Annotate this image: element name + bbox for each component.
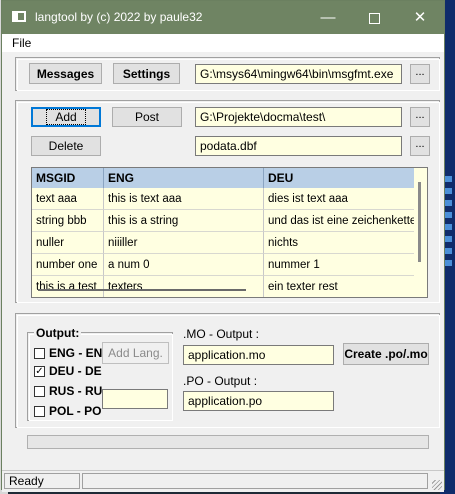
msgfmt-path-input[interactable]: G:\msys64\mingw64\bin\msgfmt.exe <box>195 64 402 84</box>
progress-bar <box>27 435 429 449</box>
db-file-input[interactable]: podata.dbf <box>195 136 402 156</box>
vertical-scrollbar[interactable] <box>418 182 421 262</box>
maximize-button[interactable] <box>351 1 397 34</box>
cell-msgid[interactable]: string bbb <box>32 210 104 232</box>
window-title: langtool by (c) 2022 by paule32 <box>35 10 203 24</box>
lang-rus-label[interactable]: RUS - RU <box>49 384 102 398</box>
msgfmt-browse-button[interactable]: ... <box>410 64 430 84</box>
messages-button[interactable]: Messages <box>29 63 102 84</box>
messages-table[interactable]: MSGID ENG DEU text aaa this is text aaa … <box>31 167 428 298</box>
lang-eng-label[interactable]: ENG - EN <box>49 346 102 360</box>
lang-eng-checkbox[interactable] <box>34 348 45 359</box>
table-row[interactable]: this is a test texters ein texter rest <box>32 276 414 297</box>
maximize-icon <box>368 12 380 24</box>
new-lang-input[interactable] <box>102 389 168 409</box>
cell-eng[interactable]: this is a string <box>104 210 264 232</box>
cell-msgid[interactable]: nuller <box>32 232 104 254</box>
create-po-mo-button[interactable]: Create .po/.mo <box>343 343 429 365</box>
lang-deu-label[interactable]: DEU - DE <box>49 364 102 378</box>
table-header: MSGID ENG DEU <box>32 168 414 188</box>
column-header-msgid[interactable]: MSGID <box>32 168 104 188</box>
cell-msgid[interactable]: number one <box>32 254 104 276</box>
lang-pol-checkbox[interactable] <box>34 406 45 417</box>
cell-eng[interactable]: a num 0 <box>104 254 264 276</box>
menu-file[interactable]: File <box>12 36 31 50</box>
column-header-eng[interactable]: ENG <box>104 168 264 188</box>
title-bar[interactable]: langtool by (c) 2022 by paule32 — ✕ <box>2 1 444 34</box>
cell-deu[interactable]: ein texter rest <box>264 276 414 297</box>
table-row[interactable]: number one a num 0 nummer 1 <box>32 254 414 276</box>
minimize-button[interactable]: — <box>305 1 351 34</box>
cell-msgid[interactable]: text aaa <box>32 188 104 210</box>
column-header-deu[interactable]: DEU <box>264 168 414 188</box>
table-row[interactable]: nuller niiiller nichts <box>32 232 414 254</box>
add-button-label: Add <box>46 109 86 125</box>
po-output-input[interactable]: application.po <box>183 391 334 411</box>
cell-deu[interactable]: dies ist text aaa <box>264 188 414 210</box>
output-group-label: Output: <box>34 326 82 340</box>
cell-eng[interactable]: this is text aaa <box>104 188 264 210</box>
cell-eng[interactable]: texters <box>104 276 264 297</box>
cell-msgid[interactable]: this is a test <box>32 276 104 297</box>
cell-deu[interactable]: nichts <box>264 232 414 254</box>
cell-deu[interactable]: und das ist eine zeichenkette <box>264 210 414 232</box>
app-icon <box>12 11 26 22</box>
table-row[interactable]: string bbb this is a string und das ist … <box>32 210 414 232</box>
po-output-label: .PO - Output : <box>183 374 258 388</box>
add-button[interactable]: Add <box>31 107 101 127</box>
horizontal-scrollbar[interactable] <box>38 289 246 291</box>
project-browse-button[interactable]: ... <box>410 107 430 127</box>
delete-button[interactable]: Delete <box>31 136 101 156</box>
lang-pol-label[interactable]: POL - PO <box>49 404 101 418</box>
close-button[interactable]: ✕ <box>397 1 443 34</box>
lang-rus-checkbox[interactable] <box>34 386 45 397</box>
cell-eng[interactable]: niiiller <box>104 232 264 254</box>
cell-deu[interactable]: nummer 1 <box>264 254 414 276</box>
mo-output-label: .MO - Output : <box>183 327 260 341</box>
status-text: Ready <box>4 473 80 489</box>
main-window: langtool by (c) 2022 by paule32 — ✕ File… <box>1 0 445 492</box>
menu-bar: File <box>2 34 444 52</box>
db-browse-button[interactable]: ... <box>410 136 430 156</box>
post-button[interactable]: Post <box>112 107 182 127</box>
lang-deu-checkbox[interactable]: ✓ <box>34 366 45 377</box>
status-panel <box>82 473 428 489</box>
mo-output-input[interactable]: application.mo <box>183 345 334 365</box>
table-row[interactable]: text aaa this is text aaa dies ist text … <box>32 188 414 210</box>
settings-button[interactable]: Settings <box>113 63 180 84</box>
status-bar: Ready <box>2 470 444 492</box>
resize-grip[interactable] <box>432 480 442 490</box>
project-path-input[interactable]: G:\Projekte\docma\test\ <box>195 107 402 127</box>
add-lang-button[interactable]: Add Lang. <box>102 342 169 364</box>
